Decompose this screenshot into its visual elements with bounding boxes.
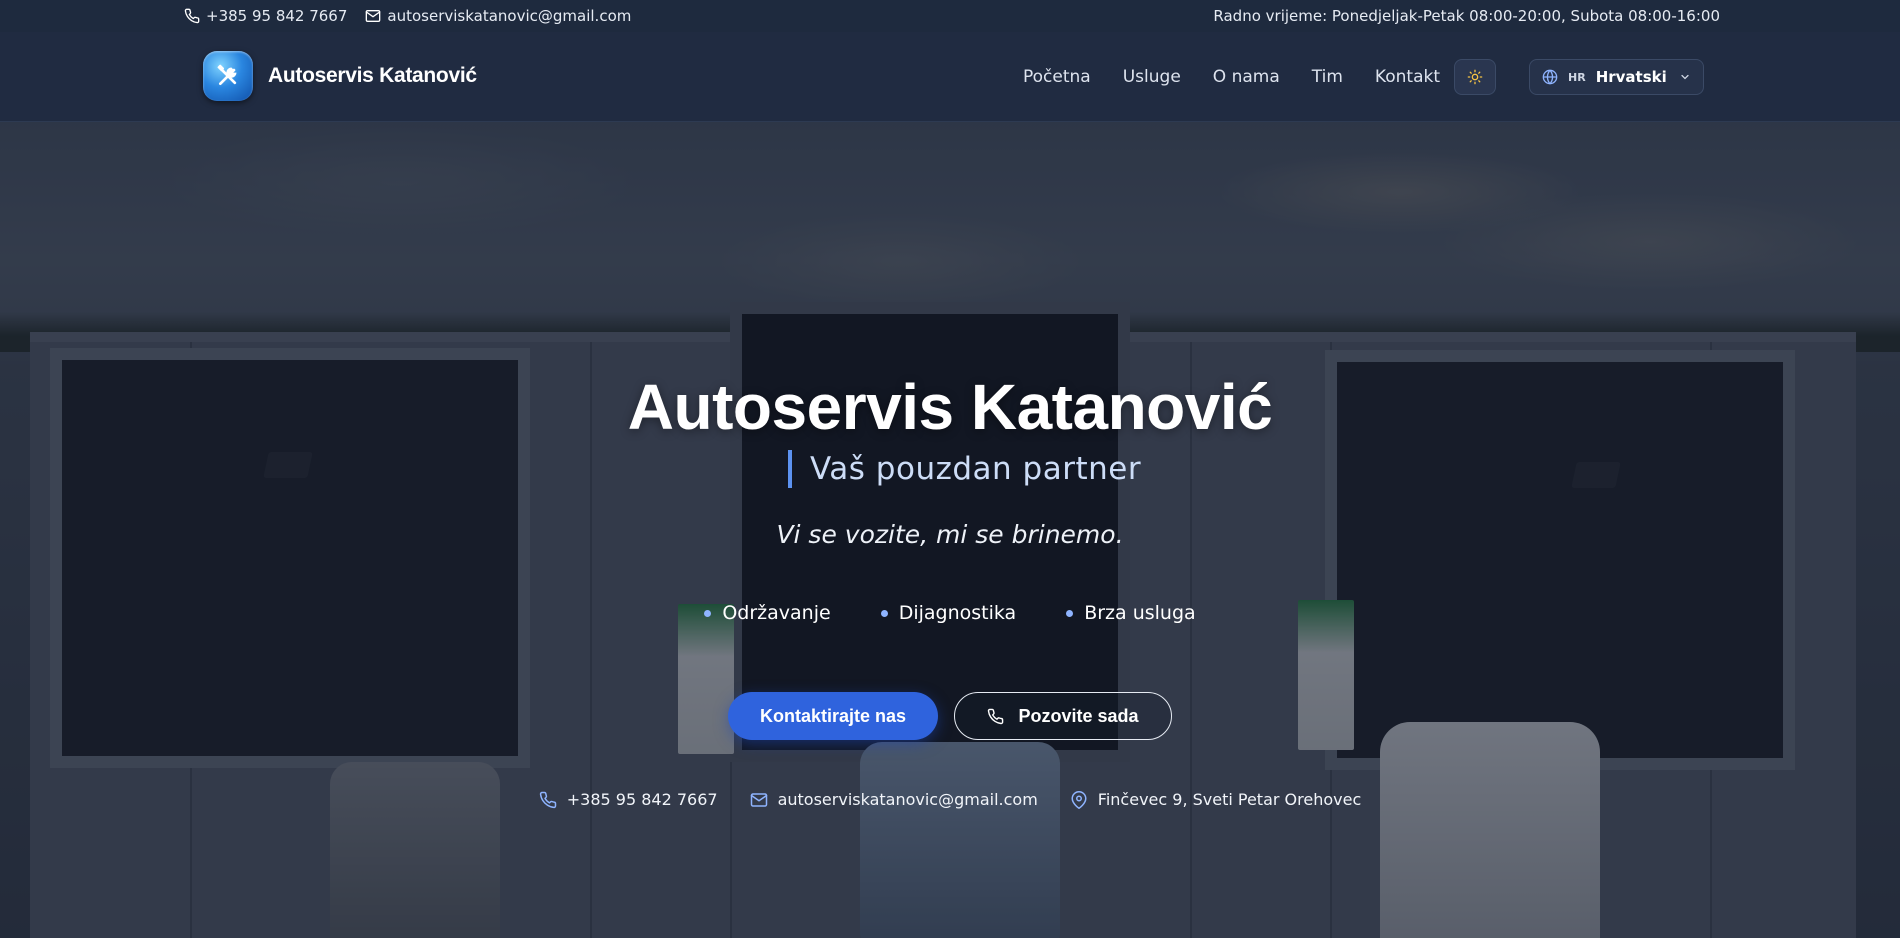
theme-toggle-button[interactable] (1454, 59, 1496, 95)
hero-phone-text: +385 95 842 7667 (566, 790, 718, 809)
nav-item-kontakt[interactable]: Kontakt (1375, 67, 1440, 87)
map-pin-icon (1071, 790, 1087, 809)
hero-title: Autoservis Katanović (627, 371, 1273, 443)
main-nav: Početna Usluge O nama Tim Kontakt (1023, 32, 1440, 122)
language-code: HR (1568, 70, 1586, 84)
hero-address[interactable]: Finčevec 9, Sveti Petar Orehovec (1070, 790, 1361, 809)
hero-section: Autoservis Katanović Vaš pouzdan partner… (0, 122, 1900, 938)
contact-us-button[interactable]: Kontaktirajte nas (728, 692, 938, 740)
hero-email[interactable]: autoserviskatanovic@gmail.com (750, 790, 1038, 809)
topbar-contacts: +385 95 842 7667 autoserviskatanovic@gma… (184, 0, 631, 32)
topbar-phone[interactable]: +385 95 842 7667 (184, 7, 347, 25)
bullet-dot-icon (880, 609, 888, 617)
call-now-label: Pozovite sada (1018, 705, 1139, 726)
hero-slogan: Vi se vozite, mi se brinemo. (776, 520, 1124, 549)
nav-item-pocetna[interactable]: Početna (1023, 67, 1091, 87)
language-name: Hrvatski (1595, 68, 1667, 86)
hero-subtitle: Vaš pouzdan partner (788, 450, 1141, 488)
feature-label: Održavanje (722, 602, 831, 624)
feature-label: Brza usluga (1084, 602, 1196, 624)
bullet-dot-icon (704, 609, 712, 617)
hero-cta-group: Kontaktirajte nas Pozovite sada (0, 692, 1900, 740)
brand-name: Autoservis Katanović (268, 64, 477, 87)
sun-icon (1467, 69, 1483, 85)
hero-email-text: autoserviskatanovic@gmail.com (777, 790, 1038, 809)
chevron-down-icon (1681, 74, 1689, 80)
feature-item: Brza usluga (1066, 602, 1196, 624)
phone-icon (988, 708, 1004, 724)
bullet-dot-icon (1066, 609, 1074, 617)
working-hours: Radno vrijeme: Ponedjeljak-Petak 08:00-2… (1213, 7, 1720, 25)
hero-contact-info: +385 95 842 7667 autoserviskatanovic@gma… (0, 790, 1900, 809)
nav-item-usluge[interactable]: Usluge (1123, 67, 1181, 87)
feature-item: Održavanje (704, 602, 831, 624)
feature-item: Dijagnostika (880, 602, 1017, 624)
nav-item-tim[interactable]: Tim (1312, 67, 1343, 87)
globe-icon (1542, 69, 1558, 85)
topbar-email[interactable]: autoserviskatanovic@gmail.com (365, 7, 631, 25)
phone-icon (184, 8, 200, 24)
feature-list: Održavanje Dijagnostika Brza usluga (0, 602, 1900, 624)
nav-item-o-nama[interactable]: O nama (1213, 67, 1280, 87)
brand-link[interactable]: Autoservis Katanović (203, 51, 477, 101)
wrench-logo-icon (203, 51, 253, 101)
phone-icon (539, 791, 557, 808)
top-info-bar: +385 95 842 7667 autoserviskatanovic@gma… (0, 0, 1900, 32)
topbar-email-text: autoserviskatanovic@gmail.com (387, 7, 632, 25)
feature-label: Dijagnostika (898, 602, 1017, 624)
topbar-phone-text: +385 95 842 7667 (206, 7, 348, 25)
hero-phone[interactable]: +385 95 842 7667 (539, 790, 718, 809)
language-selector[interactable]: HR Hrvatski (1529, 59, 1704, 95)
hero-content: Autoservis Katanović Vaš pouzdan partner… (0, 122, 1900, 938)
hero-address-text: Finčevec 9, Sveti Petar Orehovec (1097, 790, 1362, 809)
call-now-button[interactable]: Pozovite sada (954, 692, 1172, 740)
mail-icon (750, 792, 767, 807)
site-header: Autoservis Katanović Početna Usluge O na… (0, 32, 1900, 122)
mail-icon (366, 10, 381, 22)
